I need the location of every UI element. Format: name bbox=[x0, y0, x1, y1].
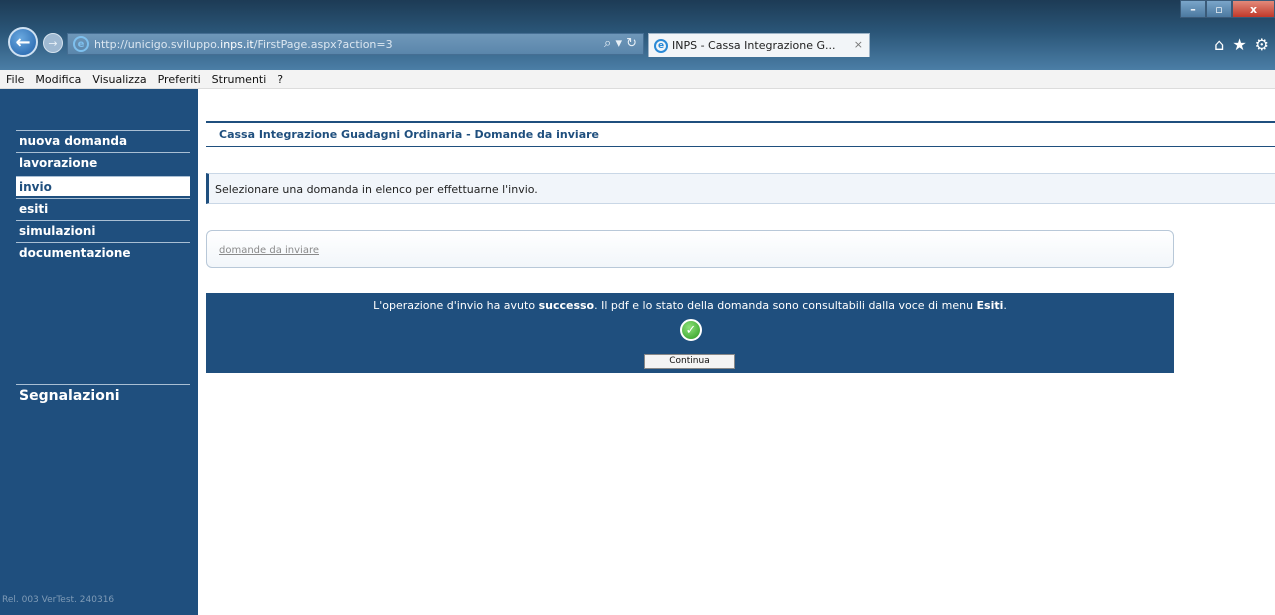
favorites-star-icon[interactable]: ★ bbox=[1232, 35, 1246, 54]
tab-ie-icon: e bbox=[654, 38, 668, 53]
sidebar-item-simulazioni[interactable]: simulazioni bbox=[16, 220, 190, 240]
page-title: Cassa Integrazione Guadagni Ordinaria - … bbox=[219, 128, 600, 141]
instruction-box: Selezionare una domanda in elenco per ef… bbox=[206, 173, 1275, 204]
menu-help[interactable]: ? bbox=[277, 73, 283, 86]
domande-panel: domande da inviare bbox=[206, 230, 1174, 268]
sidebar-item-invio[interactable]: invio bbox=[16, 176, 190, 196]
home-icon[interactable]: ⌂ bbox=[1214, 35, 1224, 54]
browser-right-icons: ⌂ ★ ⚙ bbox=[1214, 35, 1269, 54]
url-text[interactable]: http://unicigo.sviluppo.inps.it/FirstPag… bbox=[94, 38, 393, 51]
menu-file[interactable]: File bbox=[6, 73, 24, 86]
sidebar-item-lavorazione[interactable]: lavorazione bbox=[16, 152, 190, 172]
browser-titlebar: – ▫ x ← → e http://unicigo.sviluppo.inps… bbox=[0, 0, 1275, 70]
search-refresh-icons[interactable]: ⌕ ▾ ↻ bbox=[604, 36, 637, 51]
address-bar[interactable]: e http://unicigo.sviluppo.inps.it/FirstP… bbox=[67, 33, 644, 55]
heading-divider-top bbox=[206, 121, 1275, 123]
sidebar-segnalazioni-title[interactable]: Segnalazioni bbox=[19, 388, 120, 404]
success-message: L'operazione d'invio ha avuto successo. … bbox=[373, 299, 1007, 312]
tab-close-icon[interactable]: × bbox=[854, 38, 863, 51]
menu-modifica[interactable]: Modifica bbox=[35, 73, 81, 86]
sidebar-item-documentazione[interactable]: documentazione bbox=[16, 242, 190, 262]
back-button[interactable]: ← bbox=[8, 27, 38, 57]
heading-divider-bottom bbox=[206, 146, 1275, 147]
maximize-button[interactable]: ▫ bbox=[1206, 0, 1232, 18]
forward-arrow-icon: → bbox=[48, 36, 58, 50]
menu-visualizza[interactable]: Visualizza bbox=[92, 73, 146, 86]
sidebar-divider bbox=[16, 384, 190, 385]
continua-button[interactable]: Continua bbox=[644, 354, 735, 369]
forward-button[interactable]: → bbox=[43, 33, 63, 53]
ie-page-icon: e bbox=[73, 36, 89, 52]
tab-title: INPS - Cassa Integrazione G... bbox=[672, 39, 836, 52]
success-check-icon: ✓ bbox=[680, 319, 702, 341]
sidebar: nuova domanda lavorazione invio esiti si… bbox=[0, 89, 198, 615]
version-label: Rel. 003 VerTest. 240316 bbox=[2, 595, 115, 605]
menu-strumenti[interactable]: Strumenti bbox=[212, 73, 267, 86]
window-controls: – ▫ x bbox=[1180, 0, 1275, 18]
browser-tab[interactable]: e INPS - Cassa Integrazione G... × bbox=[648, 33, 870, 57]
success-panel: L'operazione d'invio ha avuto successo. … bbox=[206, 293, 1174, 373]
menu-bar: File Modifica Visualizza Preferiti Strum… bbox=[0, 70, 1275, 89]
menu-preferiti[interactable]: Preferiti bbox=[158, 73, 201, 86]
sidebar-item-nuova-domanda[interactable]: nuova domanda bbox=[16, 130, 190, 150]
minimize-button[interactable]: – bbox=[1180, 0, 1206, 18]
domande-da-inviare-link[interactable]: domande da inviare bbox=[219, 245, 319, 256]
close-window-button[interactable]: x bbox=[1232, 0, 1275, 18]
back-arrow-icon: ← bbox=[15, 31, 31, 53]
settings-gear-icon[interactable]: ⚙ bbox=[1255, 35, 1269, 54]
sidebar-item-esiti[interactable]: esiti bbox=[16, 198, 190, 218]
